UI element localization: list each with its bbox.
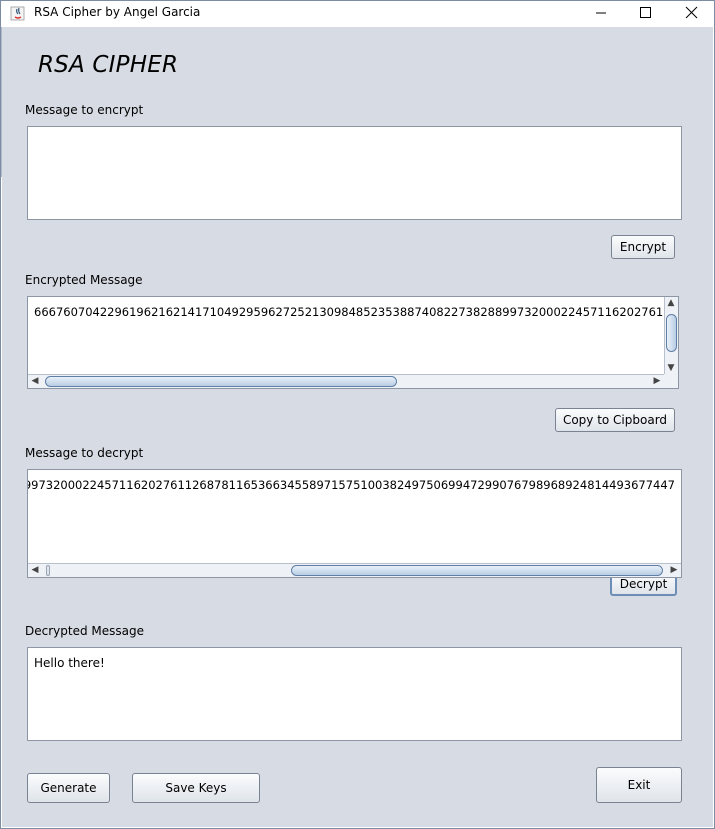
scroll-corner — [664, 374, 678, 388]
scroll-left-icon[interactable]: ◀ — [30, 565, 40, 575]
maximize-icon — [640, 7, 651, 18]
minimize-button[interactable] — [578, 0, 624, 27]
exit-button[interactable]: Exit — [596, 767, 682, 803]
scroll-up-icon[interactable]: ▲ — [666, 298, 676, 308]
scroll-left-icon[interactable]: ◀ — [30, 376, 40, 386]
decrypt-horizontal-scrollbar[interactable]: ◀ ▶ — [28, 563, 681, 577]
close-button[interactable] — [669, 0, 715, 27]
encrypted-output-area[interactable]: 6667607042296196216214171049295962725213… — [27, 296, 679, 389]
encrypt-input-field[interactable] — [27, 126, 682, 220]
decrypt-input-text: 3288997320002245711620276112687811653663… — [28, 478, 675, 492]
window-title: RSA Cipher by Angel Garcia — [34, 5, 201, 19]
maximize-button[interactable] — [623, 0, 669, 27]
decrypt-input-label: Message to decrypt — [25, 446, 144, 460]
encrypt-input-label: Message to encrypt — [25, 103, 144, 117]
save-keys-button[interactable]: Save Keys — [132, 773, 260, 803]
encrypted-output-text: 6667607042296196216214171049295962725213… — [34, 305, 664, 319]
scroll-right-icon[interactable]: ▶ — [669, 565, 679, 575]
app-heading: RSA CIPHER — [38, 52, 179, 78]
encrypted-horizontal-scrollbar[interactable]: ◀ ▶ — [28, 374, 664, 388]
horizontal-scroll-thumb[interactable] — [291, 565, 663, 576]
generate-button[interactable]: Generate — [27, 773, 110, 803]
decrypted-output-label: Decrypted Message — [25, 624, 144, 638]
encrypted-vertical-scrollbar[interactable]: ▲ ▼ — [664, 297, 678, 374]
encrypt-button[interactable]: Encrypt — [611, 235, 675, 259]
decrypted-output-field[interactable]: Hello there! — [27, 647, 682, 741]
window-titlebar: RSA Cipher by Angel Garcia — [0, 0, 715, 27]
decrypt-input-area[interactable]: 3288997320002245711620276112687811653663… — [27, 469, 682, 578]
scroll-track-cap — [46, 565, 50, 576]
minimize-icon — [596, 12, 606, 14]
java-app-icon — [10, 6, 25, 21]
vertical-scroll-thumb[interactable] — [666, 314, 677, 352]
scroll-right-icon[interactable]: ▶ — [652, 376, 662, 386]
scroll-down-icon[interactable]: ▼ — [666, 363, 676, 373]
close-icon — [685, 6, 698, 19]
encrypted-output-label: Encrypted Message — [25, 273, 143, 287]
horizontal-scroll-thumb[interactable] — [45, 376, 397, 387]
decrypted-output-text: Hello there! — [34, 656, 105, 670]
copy-to-clipboard-button[interactable]: Copy to Cipboard — [555, 408, 675, 432]
